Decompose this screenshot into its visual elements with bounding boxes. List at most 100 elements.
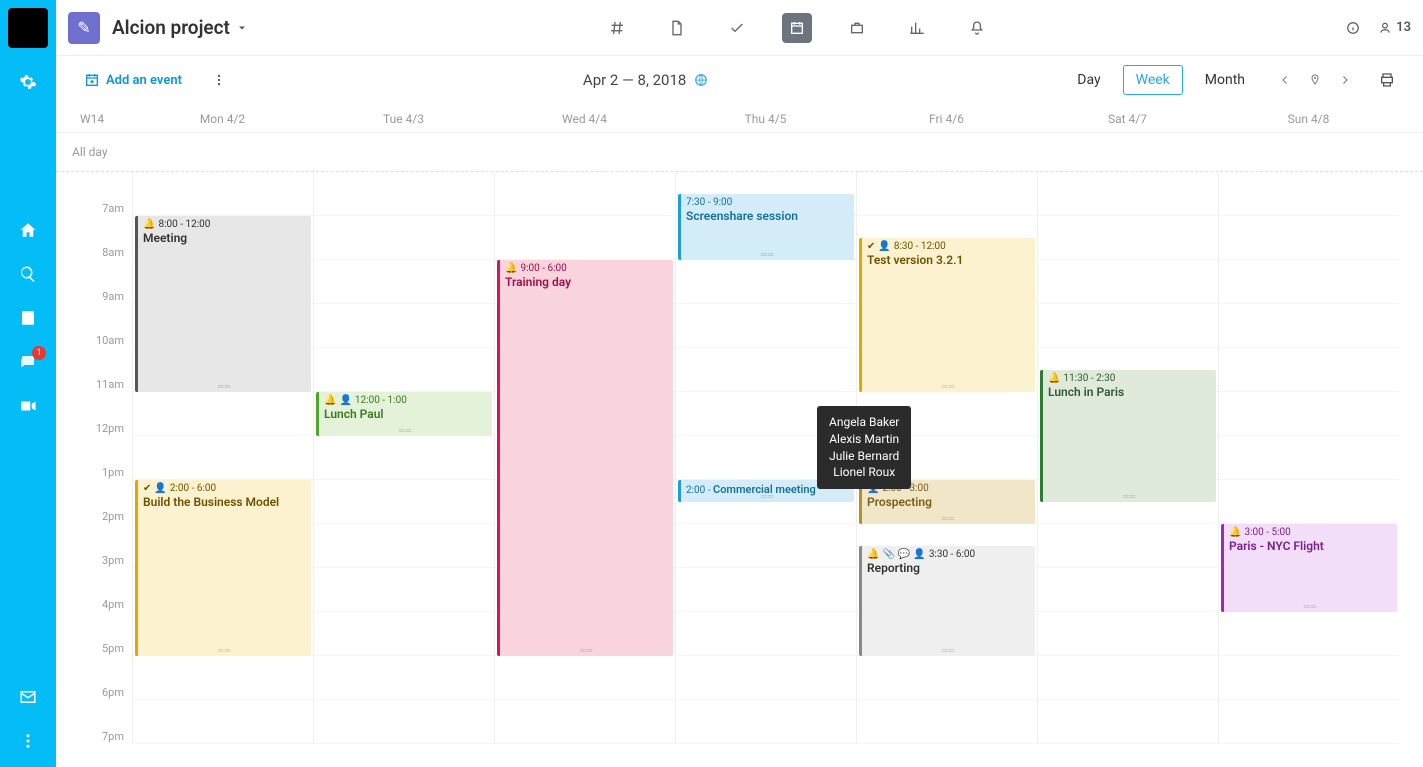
hour-label: 6pm	[72, 656, 132, 700]
project-name-label: Alcion project	[112, 16, 230, 39]
file-icon[interactable]	[662, 13, 692, 43]
hour-label: 11am	[72, 348, 132, 392]
day-header: Tue 4/3	[313, 112, 494, 126]
event-time: 3:00 - 5:00	[1244, 527, 1290, 538]
tooltip-line: Lionel Roux	[829, 464, 899, 481]
pin-icon[interactable]	[1309, 73, 1321, 87]
hash-icon[interactable]	[602, 13, 632, 43]
chevron-down-icon	[236, 22, 248, 34]
calendar-header: W14 Mon 4/2 Tue 4/3 Wed 4/4 Thu 4/5 Fri …	[56, 104, 1423, 133]
globe-icon[interactable]	[694, 73, 708, 87]
event-training[interactable]: 🔔9:00 - 6:00 Training day ══	[497, 260, 673, 656]
date-range-label: Apr 2 — 8, 2018	[583, 71, 686, 89]
app-logo[interactable]	[8, 8, 48, 48]
event-time: 2:00 -	[686, 485, 713, 496]
calendar-body: 7am 8am 9am 10am 11am 12pm 1pm 2pm 3pm 4…	[56, 172, 1423, 767]
day-header: Sun 4/8	[1218, 112, 1399, 126]
mail-icon[interactable]	[18, 687, 38, 707]
event-title: Training day	[505, 275, 668, 289]
user-count-label: 13	[1396, 20, 1411, 35]
event-title: Lunch Paul	[324, 407, 487, 421]
add-event-icon	[84, 72, 100, 88]
event-title: Screenshare session	[686, 209, 849, 223]
event-title: Prospecting	[867, 495, 1030, 509]
home-icon[interactable]	[18, 220, 38, 240]
hour-label: 4pm	[72, 568, 132, 612]
time-column: 7am 8am 9am 10am 11am 12pm 1pm 2pm 3pm 4…	[72, 172, 132, 744]
allday-row: All day	[56, 133, 1423, 172]
view-month[interactable]: Month	[1193, 66, 1257, 94]
prev-icon[interactable]	[1279, 74, 1291, 86]
day-header: Mon 4/2	[132, 112, 313, 126]
hour-label: 1pm	[72, 436, 132, 480]
day-header: Wed 4/4	[494, 112, 675, 126]
topbar: ✎ Alcion project 13	[56, 0, 1423, 56]
tooltip-line: Julie Bernard	[829, 448, 899, 465]
bell-icon[interactable]	[962, 13, 992, 43]
event-lunch-paul[interactable]: 🔔👤12:00 - 1:00 Lunch Paul ══	[316, 392, 492, 436]
event-reporting[interactable]: 🔔📎💬👤3:30 - 6:00 Reporting ══	[859, 546, 1035, 656]
user-count[interactable]: 13	[1378, 20, 1411, 35]
event-lunch-paris[interactable]: 🔔11:30 - 2:30 Lunch in Paris ══	[1040, 370, 1216, 502]
print-icon[interactable]	[1379, 72, 1395, 88]
user-icon	[1378, 21, 1392, 35]
chat-icon[interactable]: 1	[18, 352, 38, 372]
next-icon[interactable]	[1339, 74, 1351, 86]
chart-icon[interactable]	[902, 13, 932, 43]
event-time: 2:00 - 6:00	[170, 483, 216, 494]
day-header: Fri 4/6	[856, 112, 1037, 126]
allday-label: All day	[72, 145, 132, 159]
add-event-label: Add an event	[106, 73, 182, 88]
view-week[interactable]: Week	[1123, 65, 1183, 95]
project-avatar[interactable]: ✎	[68, 12, 100, 44]
briefcase-icon[interactable]	[842, 13, 872, 43]
day-col-mon[interactable]: 🔔8:00 - 12:00 Meeting ══ ✔👤2:00 - 6:00 B…	[132, 172, 313, 744]
event-test-version[interactable]: ✔👤8:30 - 12:00 Test version 3.2.1 ══	[859, 238, 1035, 392]
event-time: 8:00 - 12:00	[158, 219, 210, 230]
day-col-sun[interactable]: 🔔3:00 - 5:00 Paris - NYC Flight ══	[1218, 172, 1399, 744]
kebab-icon[interactable]	[212, 73, 226, 87]
day-col-fri[interactable]: ✔👤8:30 - 12:00 Test version 3.2.1 ══ 👤2:…	[856, 172, 1037, 744]
add-event-button[interactable]: Add an event	[84, 72, 182, 88]
event-title: Meeting	[143, 231, 306, 245]
day-col-wed[interactable]: 🔔9:00 - 6:00 Training day ══	[494, 172, 675, 744]
hour-label: 8am	[72, 216, 132, 260]
event-meeting[interactable]: 🔔8:00 - 12:00 Meeting ══	[135, 216, 311, 392]
project-title[interactable]: Alcion project	[112, 16, 248, 39]
event-time: 7:30 - 9:00	[686, 197, 732, 208]
search-icon[interactable]	[18, 264, 38, 284]
hour-label: 7am	[72, 172, 132, 216]
subbar: Add an event Apr 2 — 8, 2018 Day Week Mo…	[56, 56, 1423, 104]
day-col-sat[interactable]: 🔔11:30 - 2:30 Lunch in Paris ══	[1037, 172, 1218, 744]
hour-label: 5pm	[72, 612, 132, 656]
event-paris-nyc[interactable]: 🔔3:00 - 5:00 Paris - NYC Flight ══	[1221, 524, 1397, 612]
contacts-icon[interactable]	[18, 308, 38, 328]
tooltip-line: Alexis Martin	[829, 431, 899, 448]
hour-label: 7pm	[72, 700, 132, 744]
event-build-model[interactable]: ✔👤2:00 - 6:00 Build the Business Model ═…	[135, 480, 311, 656]
week-label: W14	[72, 112, 132, 126]
hour-label: 2pm	[72, 480, 132, 524]
event-title: Build the Business Model	[143, 495, 306, 509]
event-time: 12:00 - 1:00	[355, 395, 407, 406]
day-col-tue[interactable]: 🔔👤12:00 - 1:00 Lunch Paul ══	[313, 172, 494, 744]
event-time: 3:30 - 6:00	[929, 549, 975, 560]
hour-label: 12pm	[72, 392, 132, 436]
day-header: Sat 4/7	[1037, 112, 1218, 126]
event-time: 11:30 - 2:30	[1063, 373, 1115, 384]
view-day[interactable]: Day	[1065, 66, 1112, 94]
video-icon[interactable]	[18, 396, 38, 416]
hour-label: 3pm	[72, 524, 132, 568]
attendee-tooltip: Angela Baker Alexis Martin Julie Bernard…	[817, 406, 911, 489]
more-icon[interactable]	[18, 731, 38, 751]
check-icon[interactable]	[722, 13, 752, 43]
gear-icon[interactable]	[18, 72, 38, 92]
event-title: Lunch in Paris	[1048, 385, 1211, 399]
calendar-icon[interactable]	[782, 13, 812, 43]
event-screenshare[interactable]: 7:30 - 9:00 Screenshare session ══	[678, 194, 854, 260]
event-title: Test version 3.2.1	[867, 253, 1030, 267]
chat-badge: 1	[32, 346, 46, 360]
hour-label: 9am	[72, 260, 132, 304]
info-icon[interactable]	[1346, 21, 1360, 35]
event-title: Paris - NYC Flight	[1229, 539, 1392, 553]
